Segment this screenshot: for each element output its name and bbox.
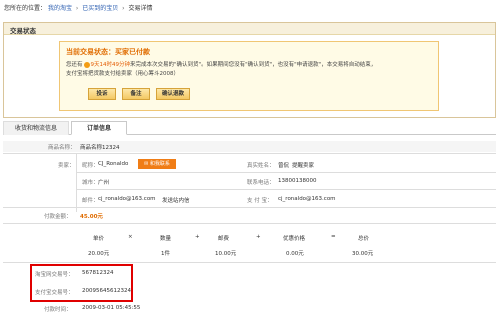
real-name-value: 曾侃: [278, 163, 290, 169]
confirm-refund-button[interactable]: 确认退款: [156, 88, 190, 100]
tab-shipping-info[interactable]: 收货和物流信息: [3, 121, 69, 135]
phone-label: 联系电话：: [247, 180, 275, 186]
nickname-label: 昵称：: [82, 163, 99, 169]
times-operator: ×: [128, 234, 133, 240]
alipay-value: cj_ronaldo@163.com: [278, 196, 336, 202]
shipping-value: 10.00元: [215, 251, 237, 257]
city-value: 广州: [98, 180, 110, 186]
breadcrumb-current: 交易详情: [128, 5, 153, 12]
product-name-link[interactable]: 商品名称12324: [80, 143, 120, 151]
total-header: 总价: [358, 236, 370, 242]
seller-nickname-link[interactable]: CJ_Ronaldo: [98, 161, 128, 167]
seller-label: 卖家：: [58, 163, 75, 169]
transaction-status-panel: 交易状态 当前交易状态：买家已付款 您还有 9天14时49分钟来完成本次交易的"确…: [3, 22, 496, 118]
quantity-header: 数量: [160, 236, 172, 242]
shipping-header: 邮费: [218, 236, 230, 242]
tab-bar: 收货和物流信息 订单信息: [3, 121, 496, 135]
total-value: 30.00元: [352, 251, 374, 257]
divider: [76, 154, 77, 212]
alipay-label: 支 付 宝：: [247, 198, 273, 204]
product-name-label: 商品名称：: [48, 145, 76, 151]
remind-seller-link[interactable]: 提醒卖家: [292, 161, 314, 169]
complain-button[interactable]: 投诉: [88, 88, 116, 100]
status-header-title: 交易状态: [10, 27, 36, 35]
breadcrumb-prefix: 您所在的位置：: [4, 5, 47, 12]
contact-me-button[interactable]: 和我联系: [138, 159, 176, 169]
countdown-timer: 9天14时49分钟: [90, 62, 131, 68]
status-description-line-2: 支付宝将把货款支付给卖家（用心筹斗2008）: [66, 71, 179, 77]
remark-button[interactable]: 备注: [122, 88, 150, 100]
discount-value: 0.00元: [286, 251, 304, 257]
status-desc-text: 来完成本次交易的"确认到货"。如果期间您没有"确认到货"，也没有"申请退款"，本…: [130, 62, 377, 68]
discount-header: 优惠价格: [283, 236, 306, 242]
email-label: 邮件：: [82, 198, 99, 204]
breadcrumb-link-bought-items[interactable]: 已买到的宝贝: [82, 5, 118, 12]
quantity-value: 1件: [161, 251, 170, 257]
status-desc-prefix: 您还有: [66, 62, 83, 68]
breadcrumb-link-my-taobao[interactable]: 我的淘宝: [48, 5, 72, 12]
email-value: cj_ronaldo@163.com: [98, 196, 156, 202]
equals-operator: =: [331, 234, 336, 240]
highlight-box: [30, 264, 133, 302]
payment-amount-label: 付款金额：: [44, 214, 72, 220]
payment-amount-value: 45.00元: [80, 214, 103, 220]
divider: [3, 223, 496, 224]
payment-time-value: 2009-03-01 05:45:55: [82, 305, 141, 311]
unit-price-header: 单价: [93, 236, 105, 242]
breadcrumb-separator: ›: [122, 5, 125, 12]
status-header: 交易状态: [4, 23, 495, 35]
product-row-bg: [3, 141, 496, 152]
status-description-line-1: 您还有 9天14时49分钟来完成本次交易的"确认到货"。如果期间您没有"确认到货"…: [66, 60, 376, 68]
tab-order-info[interactable]: 订单信息: [71, 121, 127, 135]
real-name-label: 真实姓名：: [247, 163, 275, 169]
breadcrumb: 您所在的位置： 我的淘宝 › 已买到的宝贝 › 交易详情: [4, 3, 152, 12]
breadcrumb-separator: ›: [75, 5, 79, 12]
divider: [3, 262, 496, 263]
unit-price-value: 20.00元: [88, 251, 110, 257]
send-message-link[interactable]: 发送站内信: [162, 196, 190, 204]
phone-value: 13800138000: [278, 178, 317, 184]
clock-icon: [83, 61, 90, 68]
plus-operator: +: [195, 234, 200, 240]
current-status-title: 当前交易状态：买家已付款: [66, 48, 150, 56]
city-label: 城市：: [82, 180, 99, 186]
payment-time-label: 付款时间：: [44, 307, 72, 313]
plus-operator: +: [256, 234, 261, 240]
divider: [76, 172, 496, 173]
divider: [76, 189, 496, 190]
divider: [3, 207, 496, 208]
status-notice: 当前交易状态：买家已付款 您还有 9天14时49分钟来完成本次交易的"确认到货"。…: [59, 41, 439, 111]
